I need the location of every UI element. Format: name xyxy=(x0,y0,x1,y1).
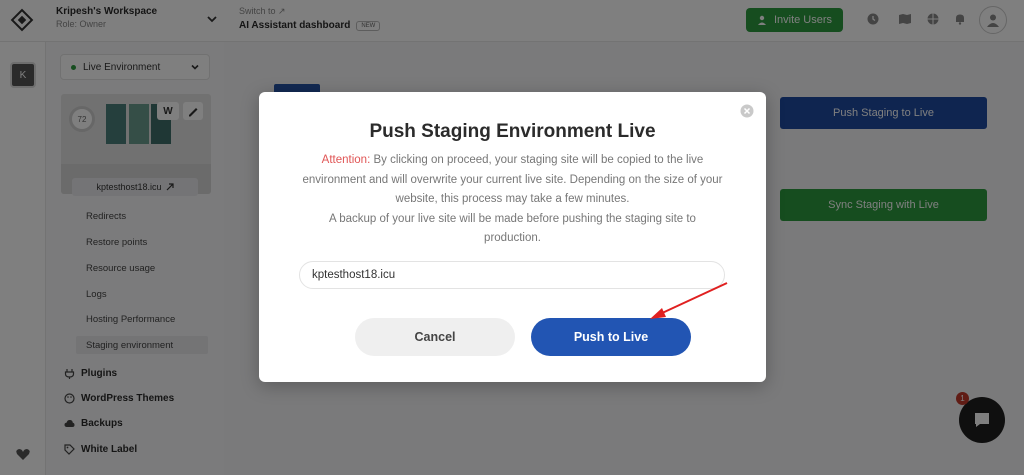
close-icon[interactable] xyxy=(740,104,754,118)
backup-text: A backup of your live site will be made … xyxy=(329,212,696,245)
modal-title: Push Staging Environment Live xyxy=(369,121,656,142)
push-staging-modal: Push Staging Environment Live Attention:… xyxy=(259,92,766,382)
annotation-arrow-icon xyxy=(650,282,728,319)
cancel-button[interactable]: Cancel xyxy=(355,318,515,356)
attention-label: Attention: xyxy=(321,154,371,166)
modal-description: Attention: By clicking on proceed, your … xyxy=(299,151,726,249)
